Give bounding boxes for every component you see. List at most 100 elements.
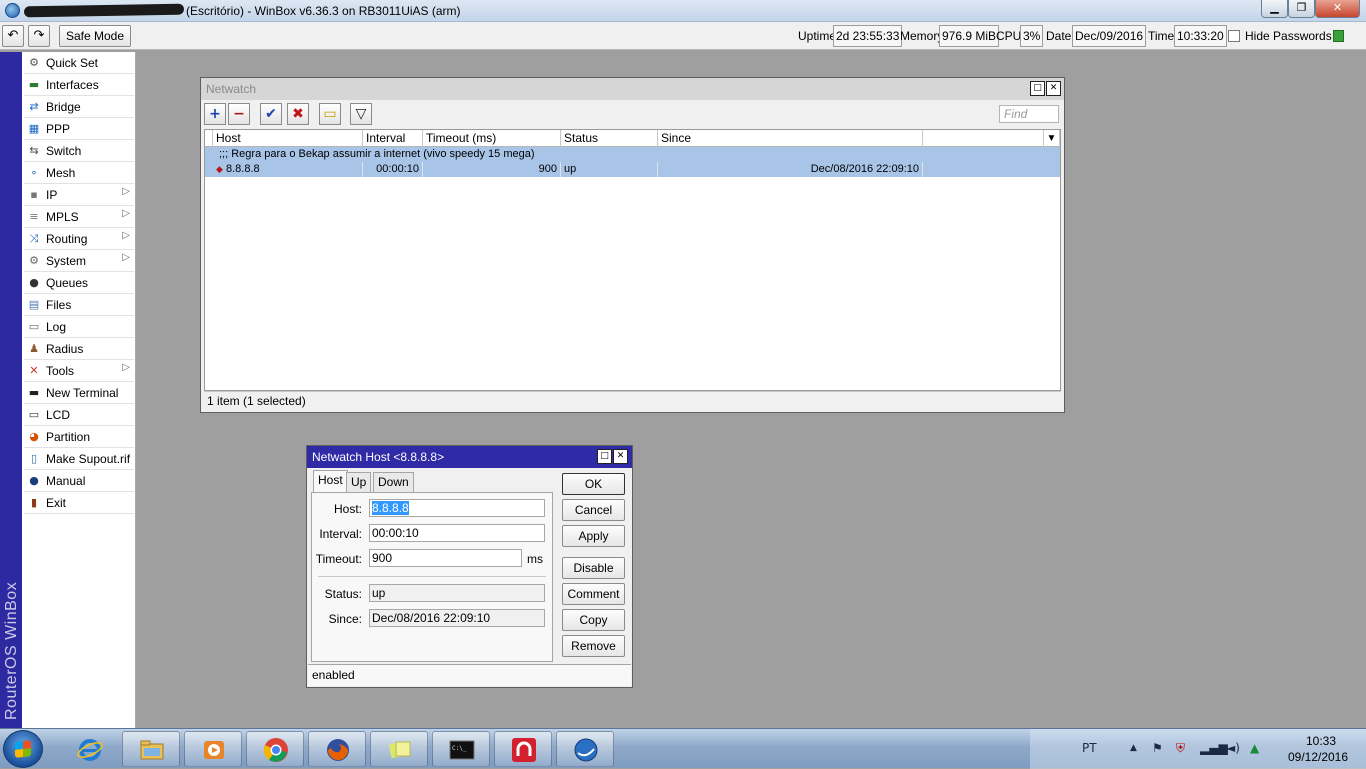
column-chooser-dropdown[interactable]: ▼	[1044, 130, 1060, 147]
copy-button[interactable]: Copy	[562, 609, 625, 631]
add-button[interactable]: +	[204, 103, 226, 125]
start-button[interactable]	[3, 730, 43, 768]
brand-strip: RouterOS WinBox	[0, 52, 22, 728]
sidebar-item-label: Radius	[46, 342, 84, 356]
timeout-label: Timeout:	[315, 552, 362, 566]
interval-label: Interval:	[319, 527, 362, 541]
comment-entry-button[interactable]: Comment	[562, 583, 625, 605]
sidebar-item-mpls[interactable]: ≡ MPLS ▷	[24, 206, 134, 228]
security-icon[interactable]: ⛨	[1176, 741, 1185, 756]
sidebar-item-label: Queues	[46, 276, 89, 290]
show-hidden-icons-arrow[interactable]: ▲	[1130, 743, 1137, 753]
sidebar-item-manual[interactable]: ● Manual	[24, 470, 134, 492]
taskbar-sticky-notes[interactable]	[370, 731, 428, 767]
taskbar-winbox[interactable]	[556, 731, 614, 767]
sidebar-item-label: Bridge	[46, 100, 81, 114]
sidebar-item-routing[interactable]: ⤨ Routing ▷	[24, 228, 134, 250]
apply-button[interactable]: Apply	[562, 525, 625, 547]
netwatch-close-button[interactable]: ✕	[1046, 81, 1061, 96]
language-indicator[interactable]: PT	[1082, 741, 1097, 755]
clock-date[interactable]: 09/12/2016	[1286, 750, 1350, 764]
sidebar-item-tools[interactable]: ✕ Tools ▷	[24, 360, 134, 382]
action-center-flag-icon[interactable]: ⚑	[1152, 741, 1163, 755]
taskbar-file-explorer[interactable]	[122, 731, 180, 767]
comment-text: ;;; Regra para o Bekap assumir a interne…	[219, 148, 535, 160]
remove-entry-button[interactable]: Remove	[562, 635, 625, 657]
tab-down[interactable]: Down	[373, 472, 414, 492]
timeout-input[interactable]: 900	[369, 549, 522, 567]
sidebar-item-new-terminal[interactable]: ▬ New Terminal	[24, 382, 134, 404]
maximize-button[interactable]: ❐	[1288, 0, 1315, 18]
tab-up[interactable]: Up	[346, 472, 372, 492]
lock-icon	[1333, 30, 1344, 42]
clock-time[interactable]: 10:33	[1296, 734, 1346, 748]
table-row[interactable]: ◆ 8.8.8.8 00:00:10 900 up Dec/08/2016 22…	[205, 162, 1060, 177]
sidebar-item-quick-set[interactable]: ⚙ Quick Set	[24, 52, 134, 74]
column-header-host[interactable]: Host	[213, 130, 363, 147]
sidebar-item-exit[interactable]: ▮ Exit	[24, 492, 134, 514]
sidebar-item-system[interactable]: ⚙ System ▷	[24, 250, 134, 272]
redo-button[interactable]: ↷	[28, 25, 50, 47]
submenu-arrow-icon: ▷	[122, 362, 130, 373]
disable-button[interactable]: ✖	[287, 103, 309, 125]
network-signal-icon[interactable]: ▂▄▆	[1200, 741, 1228, 755]
date-label: Date:	[1046, 29, 1075, 43]
disable-entry-button[interactable]: Disable	[562, 557, 625, 579]
sidebar-item-interfaces[interactable]: ▬ Interfaces	[24, 74, 134, 96]
column-header-interval[interactable]: Interval	[363, 130, 423, 147]
comment-button[interactable]: ▭	[319, 103, 341, 125]
google-drive-icon[interactable]: ▲	[1250, 741, 1259, 755]
sidebar-item-radius[interactable]: ♟ Radius	[24, 338, 134, 360]
interval-input[interactable]: 00:00:10	[369, 524, 545, 542]
filter-button[interactable]: ▽	[350, 103, 372, 125]
date-value: Dec/09/2016	[1072, 25, 1147, 47]
taskbar-command-prompt[interactable]: C:\_	[432, 731, 490, 767]
dialog-title: Netwatch Host <8.8.8.8>	[307, 446, 632, 468]
remove-button[interactable]: −	[228, 103, 250, 125]
ppp-icon: ▦	[28, 122, 40, 135]
sidebar-item-label: Log	[46, 320, 67, 334]
column-header-timeout[interactable]: Timeout (ms)	[423, 130, 561, 147]
memory-value: 976.9 MiB	[939, 25, 1000, 47]
safe-mode-button[interactable]: Safe Mode	[59, 25, 131, 47]
winbox-app-icon[interactable]	[5, 3, 20, 18]
sidebar-item-bridge[interactable]: ⇄ Bridge	[24, 96, 134, 118]
column-header-since[interactable]: Since	[658, 130, 923, 147]
taskbar-internet-explorer[interactable]	[60, 731, 118, 767]
dialog-close-button[interactable]: ✕	[613, 449, 628, 464]
minimize-button[interactable]: ▁	[1261, 0, 1288, 18]
tab-host[interactable]: Host	[313, 470, 348, 492]
taskbar-media-player[interactable]	[184, 731, 242, 767]
sidebar-item-ip[interactable]: ▪ IP ▷	[24, 184, 134, 206]
sidebar-item-switch[interactable]: ⇆ Switch	[24, 140, 134, 162]
taskbar-chrome[interactable]	[246, 731, 304, 767]
sidebar-item-lcd[interactable]: ▭ LCD	[24, 404, 134, 426]
sidebar-item-log[interactable]: ▭ Log	[24, 316, 134, 338]
taskbar-red-app[interactable]	[494, 731, 552, 767]
column-header-status[interactable]: Status	[561, 130, 658, 147]
dialog-maximize-button[interactable]: □	[597, 449, 612, 464]
volume-icon[interactable]: ◄)	[1226, 741, 1240, 755]
netwatch-maximize-button[interactable]: □	[1030, 81, 1045, 96]
enable-button[interactable]: ✔	[260, 103, 282, 125]
sidebar-item-ppp[interactable]: ▦ PPP	[24, 118, 134, 140]
internet-explorer-icon	[77, 739, 103, 761]
timeout-cell: 900	[423, 162, 561, 177]
comment-row[interactable]: ;;; Regra para o Bekap assumir a interne…	[205, 147, 1060, 162]
close-button[interactable]: ✕	[1315, 0, 1360, 18]
taskbar-firefox[interactable]	[308, 731, 366, 767]
windows-logo-icon	[15, 740, 31, 758]
sidebar-item-files[interactable]: ▤ Files	[24, 294, 134, 316]
sidebar-item-mesh[interactable]: ∘ Mesh	[24, 162, 134, 184]
sidebar-item-queues[interactable]: ● Queues	[24, 272, 134, 294]
sidebar-item-label: PPP	[46, 122, 71, 136]
host-input[interactable]: 8.8.8.8	[369, 499, 545, 517]
cancel-button[interactable]: Cancel	[562, 499, 625, 521]
ok-button[interactable]: OK	[562, 473, 625, 495]
hide-passwords-checkbox[interactable]	[1228, 30, 1240, 42]
undo-button[interactable]: ↶	[2, 25, 24, 47]
find-input[interactable]: Find	[999, 105, 1059, 123]
sidebar-item-partition[interactable]: ◕ Partition	[24, 426, 134, 448]
media-player-icon	[204, 741, 224, 759]
sidebar-item-make-supout-rif[interactable]: ▯ Make Supout.rif	[24, 448, 134, 470]
